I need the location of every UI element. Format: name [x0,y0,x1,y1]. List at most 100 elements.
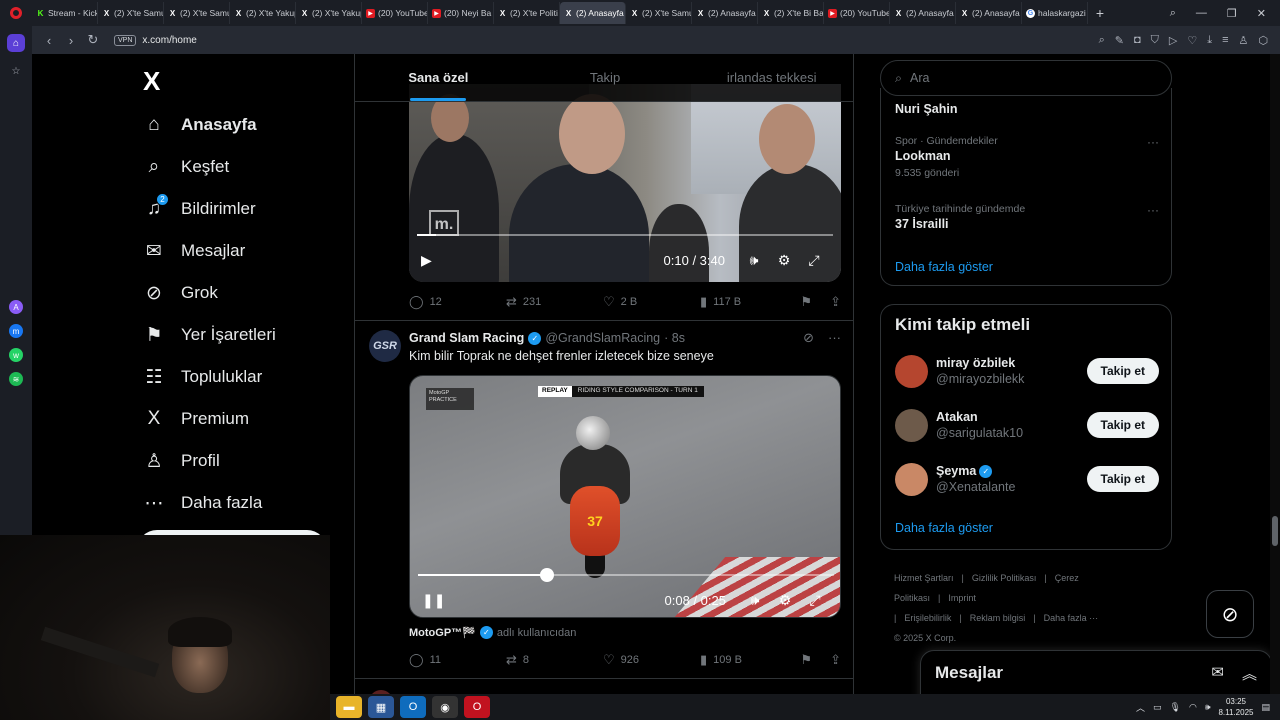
trend-item[interactable]: Nuri Şahin [895,100,1159,116]
browser-tab[interactable]: X (2) Anasayfa [692,2,758,24]
repost-button[interactable]: ⇄ 231 [506,294,603,310]
spotify-icon[interactable]: ≋ [9,372,23,386]
file-explorer-icon[interactable]: ▬ [336,696,362,718]
reply-button[interactable]: ◯ 11 [409,652,506,668]
video-player[interactable]: MotoGP PRACTICE REPLAY RIDING STYLE COMP… [409,375,841,618]
follow-button[interactable]: Takip et [1086,466,1159,492]
trend-item[interactable]: Spor · Gündemdekiler Lookman 9.535 gönde… [895,135,1159,179]
minimize-icon[interactable]: — [1196,7,1207,20]
grok-button[interactable]: ⊘ [1206,590,1254,638]
author-name[interactable]: Grand Slam Racing [409,331,524,345]
show-more-link[interactable]: Daha fazla göster [895,260,993,274]
follow-button[interactable]: Takip et [1086,412,1159,438]
tab-search-icon[interactable]: ⌕ [1170,7,1176,20]
mic-icon[interactable]: 🎙 [1170,702,1181,713]
sidebar-item-keşfet[interactable]: ⌕ Keşfet [143,156,230,178]
pause-icon[interactable]: ❚❚ [422,592,445,609]
browser-tab[interactable]: Ghalaskargazi [1022,2,1088,24]
opera-icon[interactable]: O [464,696,490,718]
share-icon[interactable]: ⇪ [830,652,841,668]
notifications-icon[interactable]: ▤ [1261,702,1270,713]
speaker-icon[interactable]: 🕪 [1205,702,1211,713]
browser-tab[interactable]: K Stream - Kick [32,2,98,24]
footer-link[interactable]: Hizmet Şartları [894,573,954,583]
follow-suggestion[interactable]: Atakan @sarigulatak10 Takip et [895,405,1159,445]
download-icon[interactable]: ⤓ [1207,34,1212,47]
sidebar-item-profil[interactable]: ♙ Profil [143,450,219,472]
aria-icon[interactable]: A [9,300,23,314]
settings-icon[interactable]: ⚙ [769,252,799,269]
video-player[interactable]: m. ▶ 0:10 / 3:40 🕪 ⚙ ⤢ [409,84,841,282]
footer-link[interactable]: Gizlilik Politikası [972,573,1037,583]
show-more-link[interactable]: Daha fazla göster [895,521,993,535]
video-source-name[interactable]: MotoGP™🏁 [409,626,476,639]
sidebar-item-grok[interactable]: ⊘ Grok [143,282,218,304]
tab-irlandas-tekkesi[interactable]: irlandas tekkesi [688,54,853,101]
messenger-icon[interactable]: m [9,324,23,338]
reply-button[interactable]: ◯ 12 [409,294,506,310]
browser-tab[interactable]: X (2) X'te Samu [164,2,230,24]
new-message-icon[interactable]: ✉ [1211,663,1224,684]
views-button[interactable]: ▮ 109 B [700,652,797,668]
reload-icon[interactable]: ↻ [82,32,104,48]
browser-tab[interactable]: X (2) X'te Yakup [296,2,362,24]
edit-icon[interactable]: ✎ [1115,34,1124,47]
forward-icon[interactable]: › [60,33,82,48]
tab-sana-ozel[interactable]: Sana özel [355,54,522,101]
back-icon[interactable]: ‹ [38,33,60,48]
maximize-icon[interactable]: ❐ [1227,7,1237,20]
bookmark-icon[interactable]: ⚑ [800,652,812,668]
video-progress-bar[interactable] [417,234,833,236]
more-icon[interactable]: ··· [1147,135,1159,149]
shield-icon[interactable]: ⛉ [1151,34,1159,47]
avatar[interactable] [895,462,928,496]
tray-chevron-icon[interactable]: ︿ [1136,701,1145,714]
scrollbar-thumb[interactable] [1272,516,1278,546]
obs-icon[interactable]: ◉ [432,696,458,718]
avatar[interactable] [895,408,928,442]
x-logo-icon[interactable]: X [143,66,160,97]
trend-item[interactable]: Türkiye tarihinde gündemde 37 İsrailli ·… [895,203,1159,231]
browser-tab[interactable]: ▶ (20) YouTube [824,2,890,24]
footer-link[interactable]: Imprint [948,593,976,603]
browser-tab[interactable]: ▶ (20) YouTube [362,2,428,24]
like-button[interactable]: ♡ 2 B [603,294,700,310]
camera-icon[interactable]: ◘ [1134,34,1141,47]
more-icon[interactable]: ··· [1147,203,1159,217]
heart-icon[interactable]: ♡ [1187,34,1197,47]
avatar[interactable]: GSR [369,330,401,362]
whatsapp-icon[interactable]: w [9,348,23,362]
footer-link[interactable]: © 2025 X Corp. [894,633,956,643]
sidebar-item-bildirimler[interactable]: ♫ 2 Bildirimler [143,193,256,220]
sidebar-item-topluluklar[interactable]: ☷ Topluluklar [143,366,262,388]
share-icon[interactable]: ⇪ [830,294,841,310]
more-icon[interactable]: ··· [828,330,841,346]
avatar[interactable] [895,354,928,388]
opera-logo-icon[interactable] [0,0,32,26]
grok-icon[interactable]: ⊘ [803,330,814,346]
scrollbar[interactable] [1270,54,1280,720]
url-field[interactable]: x.com/home [142,35,196,46]
close-icon[interactable]: ✕ [1257,7,1266,20]
like-button[interactable]: ♡ 926 [603,652,700,668]
follow-button[interactable]: Takip et [1086,358,1159,384]
post-time[interactable]: · 8s [664,331,685,345]
browser-tab[interactable]: ▶ (20) Neyi Ba [428,2,494,24]
sidebar-item-daha-fazla[interactable]: ⋯ Daha fazla [143,492,263,514]
browser-tab[interactable]: X (2) X'te Politi [494,2,560,24]
sidebar-item-anasayfa[interactable]: ⌂ Anasayfa [143,114,256,136]
progress-knob[interactable] [539,568,554,582]
fullscreen-icon[interactable]: ⤢ [800,592,830,609]
video-progress-bar[interactable] [418,568,834,582]
volume-icon[interactable]: 🕪 [739,252,769,269]
sidebar-item-mesajlar[interactable]: ✉ Mesajlar [143,240,245,262]
expand-icon[interactable]: ︽ [1242,663,1257,684]
browser-tab[interactable]: X (2) Anasayfa [956,2,1022,24]
repost-button[interactable]: ⇄ 8 [506,652,603,668]
author-handle[interactable]: @GrandSlamRacing [545,331,660,345]
footer-link[interactable]: Daha fazla ··· [1044,613,1099,623]
speed-dial-home-icon[interactable]: ⌂ [7,34,25,52]
follow-suggestion[interactable]: miray özbilek @mirayozbilekk Takip et [895,351,1159,391]
sidebar-item-premium[interactable]: X Premium [143,408,249,430]
footer-link[interactable]: Reklam bilgisi [970,613,1026,623]
